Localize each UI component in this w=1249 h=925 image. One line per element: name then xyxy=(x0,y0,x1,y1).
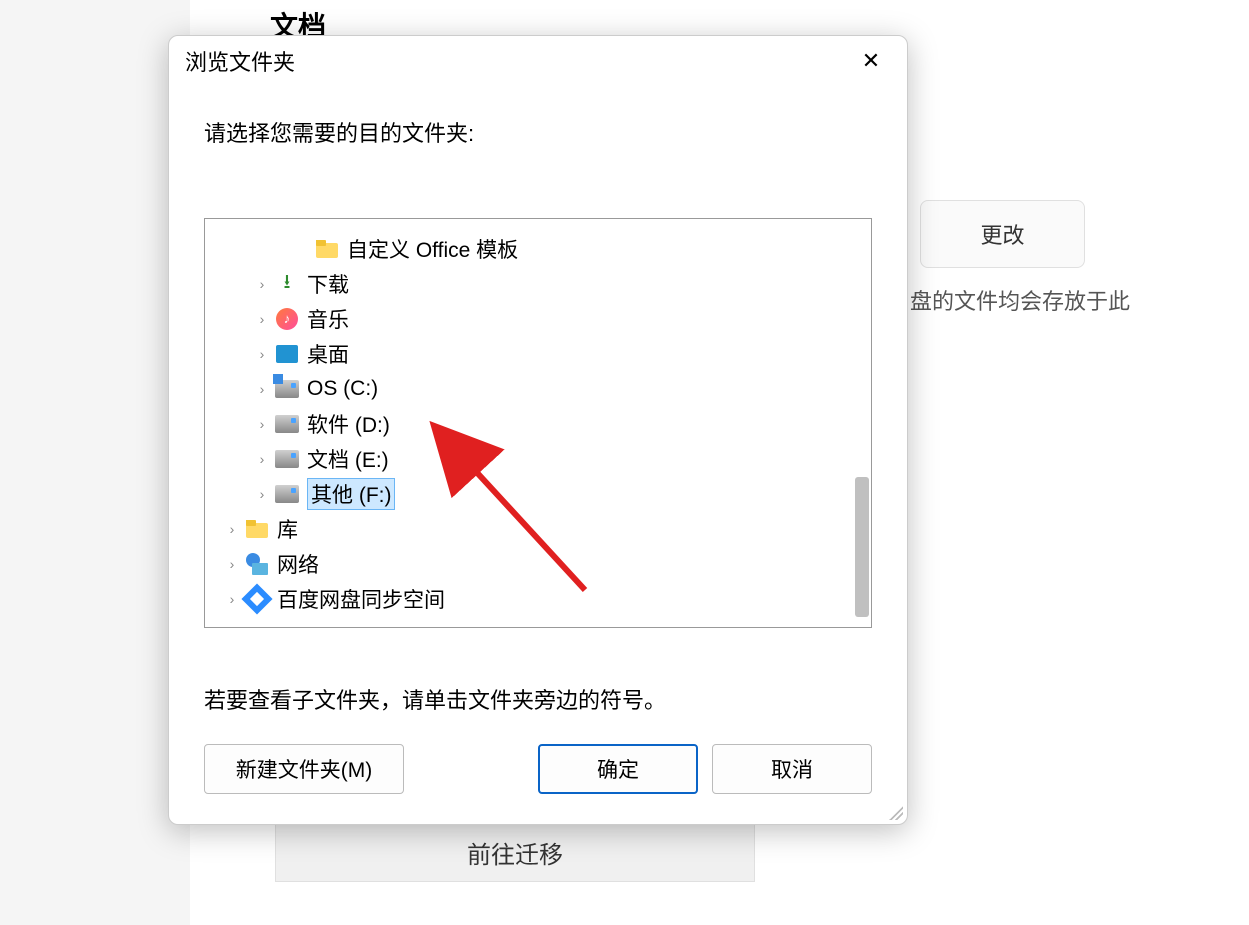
sidebar-placeholder xyxy=(0,0,190,395)
folder-icon xyxy=(315,237,339,261)
expand-icon[interactable]: › xyxy=(253,345,271,363)
download-icon: ⭳ xyxy=(275,272,299,296)
dialog-prompt: 请选择您需要的目的文件夹: xyxy=(204,116,872,148)
dialog-titlebar[interactable]: 浏览文件夹 ✕ xyxy=(169,36,907,86)
migrate-button-label: 前往迁移 xyxy=(467,835,563,870)
tree-item[interactable]: › 百度网盘同步空间 xyxy=(213,581,863,616)
expand-icon[interactable]: › xyxy=(253,450,271,468)
music-icon: ♪ xyxy=(275,307,299,331)
change-button[interactable]: 更改 xyxy=(920,200,1085,268)
expand-icon[interactable]: › xyxy=(253,275,271,293)
resize-grip-icon[interactable] xyxy=(889,806,903,820)
cancel-button[interactable]: 取消 xyxy=(712,744,872,794)
expand-icon[interactable]: › xyxy=(253,415,271,433)
folder-icon xyxy=(245,517,269,541)
network-icon xyxy=(245,552,269,576)
dialog-title: 浏览文件夹 xyxy=(185,45,851,77)
tree-item-label: OS (C:) xyxy=(307,377,378,401)
change-button-label: 更改 xyxy=(980,218,1024,250)
drive-icon xyxy=(275,377,299,401)
expand-icon[interactable]: › xyxy=(223,590,241,608)
expand-icon[interactable]: › xyxy=(223,555,241,573)
close-button[interactable]: ✕ xyxy=(851,41,891,81)
tree-scrollbar[interactable] xyxy=(855,477,869,617)
ok-label: 确定 xyxy=(597,754,639,784)
tree-item-label: 桌面 xyxy=(307,339,349,369)
expand-icon[interactable]: › xyxy=(253,310,271,328)
tree-item-label: 软件 (D:) xyxy=(307,409,390,439)
tree-item[interactable]: › OS (C:) xyxy=(213,371,863,406)
new-folder-button[interactable]: 新建文件夹(M) xyxy=(204,744,404,794)
tree-item-label: 自定义 Office 模板 xyxy=(347,234,518,264)
dialog-body: 请选择您需要的目的文件夹: 自定义 Office 模板›⭳下载›♪音乐›桌面›O… xyxy=(169,86,907,744)
dialog-button-row: 新建文件夹(M) 确定 取消 xyxy=(169,744,907,824)
expand-icon[interactable]: › xyxy=(253,485,271,503)
drive-icon xyxy=(275,412,299,436)
folder-tree-container: 自定义 Office 模板›⭳下载›♪音乐›桌面›OS (C:)›软件 (D:)… xyxy=(204,218,872,628)
tree-item[interactable]: ›⭳ 下载 xyxy=(213,266,863,301)
path-description: 盘的文件均会存放于此 xyxy=(910,284,1130,316)
desktop-icon xyxy=(275,342,299,366)
tree-item-label: 库 xyxy=(277,514,298,544)
cancel-label: 取消 xyxy=(771,754,813,784)
close-icon: ✕ xyxy=(862,50,880,72)
folder-tree[interactable]: 自定义 Office 模板›⭳下载›♪音乐›桌面›OS (C:)›软件 (D:)… xyxy=(205,219,871,628)
baidu-sync-icon xyxy=(245,587,269,611)
drive-icon xyxy=(275,447,299,471)
dialog-hint: 若要查看子文件夹，请单击文件夹旁边的符号。 xyxy=(204,683,872,715)
tree-item[interactable]: ›♪ 音乐 xyxy=(213,301,863,336)
tree-item-label: 网络 xyxy=(277,549,319,579)
tree-item-label: 其他 (F:) xyxy=(307,478,395,510)
tree-item-label: 百度网盘同步空间 xyxy=(277,584,445,614)
expand-icon[interactable]: › xyxy=(253,380,271,398)
tree-item[interactable]: › 网络 xyxy=(213,546,863,581)
browse-folder-dialog: 浏览文件夹 ✕ 请选择您需要的目的文件夹: 自定义 Office 模板›⭳下载›… xyxy=(168,35,908,825)
tree-item[interactable]: › 桌面 xyxy=(213,336,863,371)
migrate-button[interactable]: 前往迁移 xyxy=(275,822,755,882)
tree-item-label: 下载 xyxy=(307,269,349,299)
tree-item[interactable]: ›库 xyxy=(213,511,863,546)
tree-item-label: 音乐 xyxy=(307,304,349,334)
tree-item[interactable]: › 文档 (E:) xyxy=(213,441,863,476)
tree-item[interactable]: › 其他 (F:) xyxy=(213,476,863,511)
tree-item[interactable]: › 软件 (D:) xyxy=(213,406,863,441)
drive-icon xyxy=(275,482,299,506)
tree-item-label: 文档 (E:) xyxy=(307,444,389,474)
new-folder-label: 新建文件夹(M) xyxy=(236,754,372,784)
tree-item[interactable]: 自定义 Office 模板 xyxy=(213,231,863,266)
ok-button[interactable]: 确定 xyxy=(538,744,698,794)
expand-icon[interactable]: › xyxy=(223,520,241,538)
